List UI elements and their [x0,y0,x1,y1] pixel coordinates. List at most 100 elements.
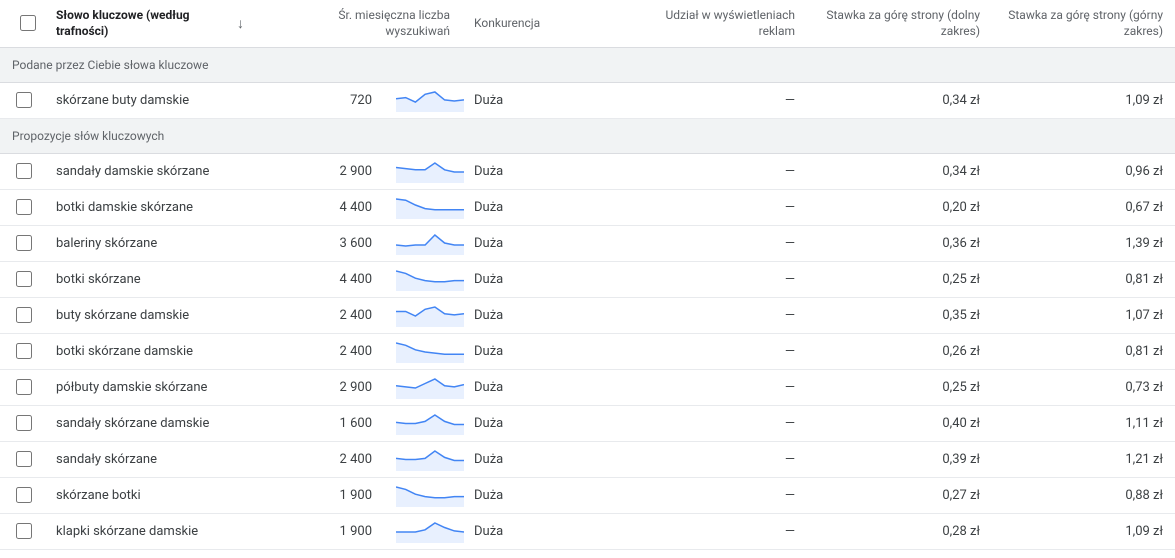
bid-low-cell: 0,25 zł [807,370,992,406]
keyword-cell[interactable]: sandały skórzane [44,442,264,478]
table-row: baleriny skórzane 3 600 Duża — 0,36 zł 1… [0,226,1175,262]
searches-cell: 1 600 [264,406,384,442]
table-header-row: Słowo kluczowe (według trafności) ↓ Śr. … [0,0,1175,48]
competition-cell: Duża [462,154,632,190]
searches-cell: 720 [264,83,384,119]
ad-share-cell: — [632,154,807,190]
competition-cell: Duża [462,406,632,442]
table-row: klapki skórzane damskie 1 900 Duża — 0,2… [0,514,1175,550]
select-all-checkbox[interactable] [20,15,36,31]
keyword-cell[interactable]: skórzane botki [44,478,264,514]
ad-share-cell: — [632,298,807,334]
keyword-cell[interactable]: skórzane buty damskie [44,83,264,119]
keyword-cell[interactable]: buty skórzane damskie [44,298,264,334]
ad-share-cell: — [632,406,807,442]
trend-sparkline [396,521,464,543]
row-checkbox[interactable] [16,379,32,395]
searches-cell: 2 900 [264,370,384,406]
searches-cell: 2 900 [264,154,384,190]
bid-low-cell: 0,34 zł [807,154,992,190]
keyword-cell[interactable]: botki skórzane [44,262,264,298]
keyword-cell[interactable]: sandały damskie skórzane [44,154,264,190]
keyword-cell[interactable]: półbuty damskie skórzane [44,370,264,406]
bid-high-cell: 0,81 zł [992,334,1175,370]
trend-cell [384,298,462,334]
trend-cell [384,154,462,190]
bid-low-cell: 0,35 zł [807,298,992,334]
ad-share-cell: — [632,442,807,478]
trend-cell [384,514,462,550]
bid-high-cell: 1,09 zł [992,514,1175,550]
trend-sparkline [396,413,464,435]
trend-sparkline [396,341,464,363]
header-keyword[interactable]: Słowo kluczowe (według trafności) ↓ [44,0,264,48]
header-bid-low[interactable]: Stawka za górę strony (dolny zakres) [807,0,992,48]
competition-cell: Duża [462,478,632,514]
trend-cell [384,226,462,262]
row-checkbox[interactable] [16,523,32,539]
bid-high-cell: 1,39 zł [992,226,1175,262]
keyword-cell[interactable]: botki skórzane damskie [44,334,264,370]
searches-cell: 1 900 [264,478,384,514]
keyword-cell[interactable]: sandały skórzane damskie [44,406,264,442]
row-checkbox[interactable] [16,415,32,431]
trend-sparkline [396,269,464,291]
searches-cell: 4 400 [264,262,384,298]
ad-share-cell: — [632,370,807,406]
competition-cell: Duża [462,83,632,119]
header-competition[interactable]: Konkurencja [462,0,632,48]
searches-cell: 2 400 [264,334,384,370]
header-bid-high[interactable]: Stawka za górę strony (górny zakres) [992,0,1175,48]
bid-low-cell: 0,34 zł [807,83,992,119]
table-row: sandały damskie skórzane 2 900 Duża — 0,… [0,154,1175,190]
bid-low-cell: 0,28 zł [807,514,992,550]
competition-cell: Duża [462,262,632,298]
table-row: półbuty damskie skórzane 2 900 Duża — 0,… [0,370,1175,406]
bid-low-cell: 0,25 zł [807,262,992,298]
keyword-planner-table: Słowo kluczowe (według trafności) ↓ Śr. … [0,0,1175,550]
competition-cell: Duża [462,226,632,262]
ad-share-cell: — [632,226,807,262]
keyword-cell[interactable]: klapki skórzane damskie [44,514,264,550]
bid-low-cell: 0,40 zł [807,406,992,442]
trend-cell [384,370,462,406]
searches-cell: 2 400 [264,298,384,334]
row-checkbox[interactable] [16,235,32,251]
table-row: skórzane botki 1 900 Duża — 0,27 zł 0,88… [0,478,1175,514]
table-row: botki skórzane damskie 2 400 Duża — 0,26… [0,334,1175,370]
bid-high-cell: 0,96 zł [992,154,1175,190]
header-checkbox-cell [0,0,44,48]
bid-high-cell: 1,07 zł [992,298,1175,334]
row-checkbox[interactable] [16,487,32,503]
row-checkbox[interactable] [16,92,32,108]
bid-high-cell: 1,09 zł [992,83,1175,119]
keyword-cell[interactable]: botki damskie skórzane [44,190,264,226]
competition-cell: Duża [462,334,632,370]
ad-share-cell: — [632,262,807,298]
searches-cell: 4 400 [264,190,384,226]
keyword-cell[interactable]: baleriny skórzane [44,226,264,262]
table-row: buty skórzane damskie 2 400 Duża — 0,35 … [0,298,1175,334]
section-suggestions: Propozycje słów kluczowych [0,119,1175,154]
ad-share-cell: — [632,478,807,514]
row-checkbox[interactable] [16,451,32,467]
table-row: botki damskie skórzane 4 400 Duża — 0,20… [0,190,1175,226]
header-ad-share[interactable]: Udział w wyświetleniach reklam [632,0,807,48]
trend-sparkline [396,377,464,399]
competition-cell: Duża [462,298,632,334]
bid-low-cell: 0,36 zł [807,226,992,262]
table-row: botki skórzane 4 400 Duża — 0,25 zł 0,81… [0,262,1175,298]
row-checkbox[interactable] [16,307,32,323]
table-row: sandały skórzane damskie 1 600 Duża — 0,… [0,406,1175,442]
competition-cell: Duża [462,442,632,478]
section-provided: Podane przez Ciebie słowa kluczowe [0,48,1175,83]
bid-high-cell: 1,21 zł [992,442,1175,478]
row-checkbox[interactable] [16,199,32,215]
row-checkbox[interactable] [16,163,32,179]
ad-share-cell: — [632,514,807,550]
searches-cell: 3 600 [264,226,384,262]
trend-sparkline [396,485,464,507]
header-searches[interactable]: Śr. miesięczna liczba wyszukiwań [264,0,462,48]
row-checkbox[interactable] [16,343,32,359]
row-checkbox[interactable] [16,271,32,287]
